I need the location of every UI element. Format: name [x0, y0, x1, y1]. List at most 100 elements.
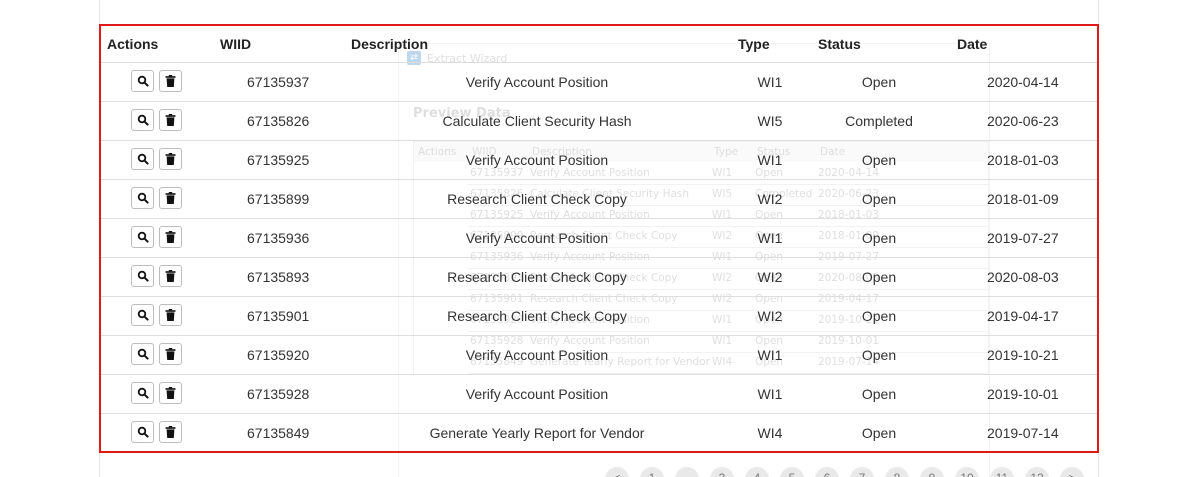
view-button[interactable] — [131, 304, 154, 326]
cell-wiid: 67135893 — [247, 269, 310, 285]
delete-button[interactable] — [159, 70, 182, 92]
cell-date: 2020-06-23 — [987, 113, 1059, 129]
table-header: Actions WIID Description Type Status Dat… — [101, 26, 1097, 63]
cell-date: 2020-08-03 — [987, 269, 1059, 285]
page-button[interactable]: 11 — [990, 467, 1014, 477]
page-button[interactable]: ... — [675, 467, 699, 477]
search-icon — [137, 348, 149, 360]
cell-date: 2019-10-21 — [987, 347, 1059, 363]
cell-type: WI1 — [757, 347, 783, 363]
page-button[interactable]: 12 — [1025, 467, 1049, 477]
table-row: 67135936 Verify Account Position WI1 Open 20… — [101, 219, 1097, 258]
view-button[interactable] — [131, 148, 154, 170]
delete-button[interactable] — [159, 343, 182, 365]
delete-button[interactable] — [159, 304, 182, 326]
trash-icon — [165, 114, 176, 126]
table-row: 67135937 Verify Account Position WI1 Open 20… — [101, 63, 1097, 102]
trash-icon — [165, 231, 176, 243]
cell-description: Verify Account Position — [465, 230, 609, 246]
table-row: 67135849 Generate Yearly Report for Vendo… — [101, 414, 1097, 453]
table-row: 67135928 Verify Account Position WI1 Open 20… — [101, 375, 1097, 414]
delete-button[interactable] — [159, 421, 182, 443]
delete-button[interactable] — [159, 148, 182, 170]
row-actions — [131, 421, 182, 443]
cell-type: WI2 — [757, 308, 783, 324]
trash-icon — [165, 387, 176, 399]
cell-date: 2019-04-17 — [987, 308, 1059, 324]
view-button[interactable] — [131, 382, 154, 404]
search-icon — [137, 426, 149, 438]
view-button[interactable] — [131, 421, 154, 443]
cell-status: Open — [861, 308, 897, 324]
cell-date: 2019-07-27 — [987, 230, 1059, 246]
delete-button[interactable] — [159, 382, 182, 404]
cell-date: 2020-04-14 — [987, 74, 1059, 90]
cell-wiid: 67135920 — [247, 347, 310, 363]
cell-date: 2018-01-09 — [987, 191, 1059, 207]
header-type[interactable]: Type — [738, 36, 770, 52]
page-button[interactable]: 9 — [920, 467, 944, 477]
view-button[interactable] — [131, 343, 154, 365]
page-button[interactable]: 7 — [850, 467, 874, 477]
row-actions — [131, 304, 182, 326]
page-button[interactable]: > — [1060, 467, 1084, 477]
page-button[interactable]: 3 — [710, 467, 734, 477]
row-actions — [131, 226, 182, 248]
delete-button[interactable] — [159, 109, 182, 131]
page-button[interactable]: 6 — [815, 467, 839, 477]
search-icon — [137, 270, 149, 282]
cell-description: Verify Account Position — [465, 347, 609, 363]
cell-description: Generate Yearly Report for Vendor — [429, 425, 645, 441]
pagination: <1... 3 4 5 6 7 8 9 10 11 12 > — [605, 467, 1084, 477]
trash-icon — [165, 270, 176, 282]
trash-icon — [165, 426, 176, 438]
header-status[interactable]: Status — [818, 36, 861, 52]
cell-type: WI1 — [757, 152, 783, 168]
view-button[interactable] — [131, 70, 154, 92]
cell-wiid: 67135899 — [247, 191, 310, 207]
table-row: 67135826 Calculate Client Security Hash WI… — [101, 102, 1097, 141]
header-description[interactable]: Description — [351, 36, 428, 52]
search-icon — [137, 231, 149, 243]
table-row: 67135901 Research Client Check Copy WI2 Ope… — [101, 297, 1097, 336]
work-items-table: Actions WIID Description Type Status Dat… — [99, 24, 1099, 453]
cell-type: WI1 — [757, 230, 783, 246]
view-button[interactable] — [131, 265, 154, 287]
row-actions — [131, 148, 182, 170]
row-actions — [131, 382, 182, 404]
cell-description: Research Client Check Copy — [447, 191, 627, 207]
trash-icon — [165, 153, 176, 165]
view-button[interactable] — [131, 226, 154, 248]
header-date[interactable]: Date — [957, 36, 987, 52]
trash-icon — [165, 309, 176, 321]
delete-button[interactable] — [159, 187, 182, 209]
cell-description: Research Client Check Copy — [447, 308, 627, 324]
page-button[interactable]: 5 — [780, 467, 804, 477]
cell-description: Calculate Client Security Hash — [442, 113, 632, 129]
trash-icon — [165, 348, 176, 360]
view-button[interactable] — [131, 109, 154, 131]
delete-button[interactable] — [159, 226, 182, 248]
cell-type: WI5 — [757, 113, 783, 129]
cell-status: Open — [861, 386, 897, 402]
page-button[interactable]: 8 — [885, 467, 909, 477]
page-button[interactable]: 1 — [640, 467, 664, 477]
cell-status: Open — [861, 191, 897, 207]
search-icon — [137, 153, 149, 165]
view-button[interactable] — [131, 187, 154, 209]
search-icon — [137, 75, 149, 87]
cell-wiid: 67135849 — [247, 425, 310, 441]
delete-button[interactable] — [159, 265, 182, 287]
cell-status: Open — [861, 425, 897, 441]
header-wiid[interactable]: WIID — [220, 36, 251, 52]
page-button[interactable]: < — [605, 467, 629, 477]
cell-type: WI1 — [757, 386, 783, 402]
row-actions — [131, 187, 182, 209]
cell-status: Open — [861, 74, 897, 90]
header-actions: Actions — [107, 36, 159, 52]
page-button[interactable]: 10 — [955, 467, 979, 477]
page-button[interactable]: 4 — [745, 467, 769, 477]
search-icon — [137, 192, 149, 204]
search-icon — [137, 114, 149, 126]
cell-wiid: 67135925 — [247, 152, 310, 168]
